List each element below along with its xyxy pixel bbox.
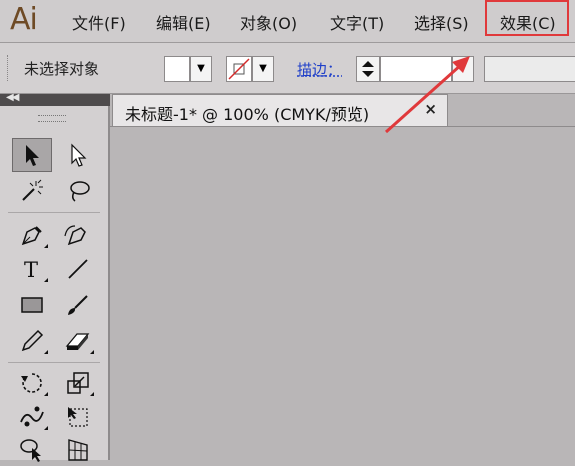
line-segment-tool[interactable] bbox=[58, 252, 98, 286]
perspective-grid-tool[interactable] bbox=[58, 432, 98, 466]
tools-divider bbox=[8, 362, 100, 363]
svg-text:T: T bbox=[24, 258, 38, 282]
style-field[interactable] bbox=[484, 56, 575, 82]
tool-flyout-indicator bbox=[40, 278, 48, 282]
tool-flyout-indicator bbox=[86, 392, 94, 396]
menu-bar: Ai 文件(F) 编辑(E) 对象(O) 文字(T) 选择(S) 效果(C) bbox=[0, 0, 575, 43]
control-bar: 未选择对象 ▼ ▼ 描边： bbox=[0, 43, 575, 94]
line-segment-icon bbox=[68, 259, 88, 279]
tool-flyout-indicator bbox=[40, 392, 48, 396]
rectangle-tool[interactable] bbox=[12, 288, 52, 322]
lasso-tool[interactable] bbox=[58, 174, 98, 208]
stroke-weight-input[interactable] bbox=[380, 56, 452, 82]
direct-selection-tool[interactable] bbox=[58, 138, 98, 172]
type-tool[interactable]: T bbox=[12, 252, 52, 286]
stroke-link[interactable]: 描边： bbox=[297, 59, 342, 80]
menu-select[interactable]: 选择(S) bbox=[414, 10, 469, 34]
curvature-pen-icon bbox=[64, 225, 86, 246]
free-transform-tool[interactable] bbox=[58, 400, 98, 434]
fill-dropdown-button[interactable]: ▼ bbox=[190, 56, 212, 82]
artboard-canvas[interactable] bbox=[110, 126, 575, 461]
fill-swatch[interactable] bbox=[164, 56, 190, 82]
menu-type[interactable]: 文字(T) bbox=[330, 10, 384, 34]
stroke-swatch-dropdown-button[interactable]: ▼ bbox=[252, 56, 274, 82]
shape-builder-icon bbox=[20, 439, 41, 462]
rectangle-icon bbox=[21, 297, 43, 313]
direct-selection-arrow-icon bbox=[71, 143, 87, 167]
menu-edit[interactable]: 编辑(E) bbox=[156, 10, 211, 34]
stroke-weight-stepper[interactable] bbox=[356, 56, 380, 82]
document-tab-title: 未标题-1* @ 100% (CMYK/预览) bbox=[125, 105, 370, 124]
tool-flyout-indicator bbox=[40, 244, 48, 248]
document-tab[interactable]: 未标题-1* @ 100% (CMYK/预览) × bbox=[112, 94, 448, 126]
tools-panel-grip[interactable] bbox=[38, 115, 66, 122]
menu-effect-highlight-box bbox=[485, 0, 569, 36]
stroke-weight-dropdown-button[interactable] bbox=[452, 56, 474, 82]
stepper-arrows-icon bbox=[362, 61, 374, 77]
chevron-down-icon: ▼ bbox=[197, 63, 205, 74]
paintbrush-icon bbox=[68, 295, 88, 315]
no-stroke-icon bbox=[228, 58, 250, 80]
selection-tool[interactable] bbox=[12, 138, 52, 172]
collapse-panel-icon[interactable]: ◀◀ bbox=[6, 92, 19, 103]
paintbrush-tool[interactable] bbox=[58, 288, 98, 322]
pen-tool[interactable] bbox=[12, 218, 52, 252]
menu-file[interactable]: 文件(F) bbox=[72, 10, 126, 34]
lasso-icon bbox=[70, 181, 90, 202]
stroke-swatch[interactable] bbox=[226, 56, 252, 82]
menu-object[interactable]: 对象(O) bbox=[240, 10, 297, 34]
rotate-tool[interactable] bbox=[12, 366, 52, 400]
tool-flyout-indicator bbox=[40, 426, 48, 430]
perspective-grid-icon bbox=[68, 439, 88, 461]
free-transform-icon bbox=[68, 407, 88, 427]
tool-flyout-indicator bbox=[40, 350, 48, 354]
magic-wand-icon bbox=[22, 179, 43, 201]
close-icon[interactable]: × bbox=[424, 100, 437, 118]
chevron-down-icon: ▼ bbox=[259, 63, 267, 74]
pencil-tool[interactable] bbox=[12, 324, 52, 358]
selection-arrow-icon bbox=[26, 145, 39, 166]
control-bar-grip[interactable] bbox=[7, 55, 11, 81]
eraser-tool[interactable] bbox=[58, 324, 98, 358]
tools-panel-header: ◀◀ bbox=[0, 92, 110, 106]
magic-wand-tool[interactable] bbox=[12, 174, 52, 208]
warp-tool[interactable] bbox=[12, 400, 52, 434]
shape-builder-tool[interactable] bbox=[12, 432, 52, 466]
curvature-tool[interactable] bbox=[58, 218, 98, 252]
scale-tool[interactable] bbox=[58, 366, 98, 400]
tools-divider bbox=[8, 212, 100, 213]
tools-panel: T bbox=[0, 106, 110, 462]
selection-status-label: 未选择对象 bbox=[24, 60, 100, 78]
tool-flyout-indicator bbox=[86, 350, 94, 354]
app-logo: Ai bbox=[10, 2, 38, 37]
